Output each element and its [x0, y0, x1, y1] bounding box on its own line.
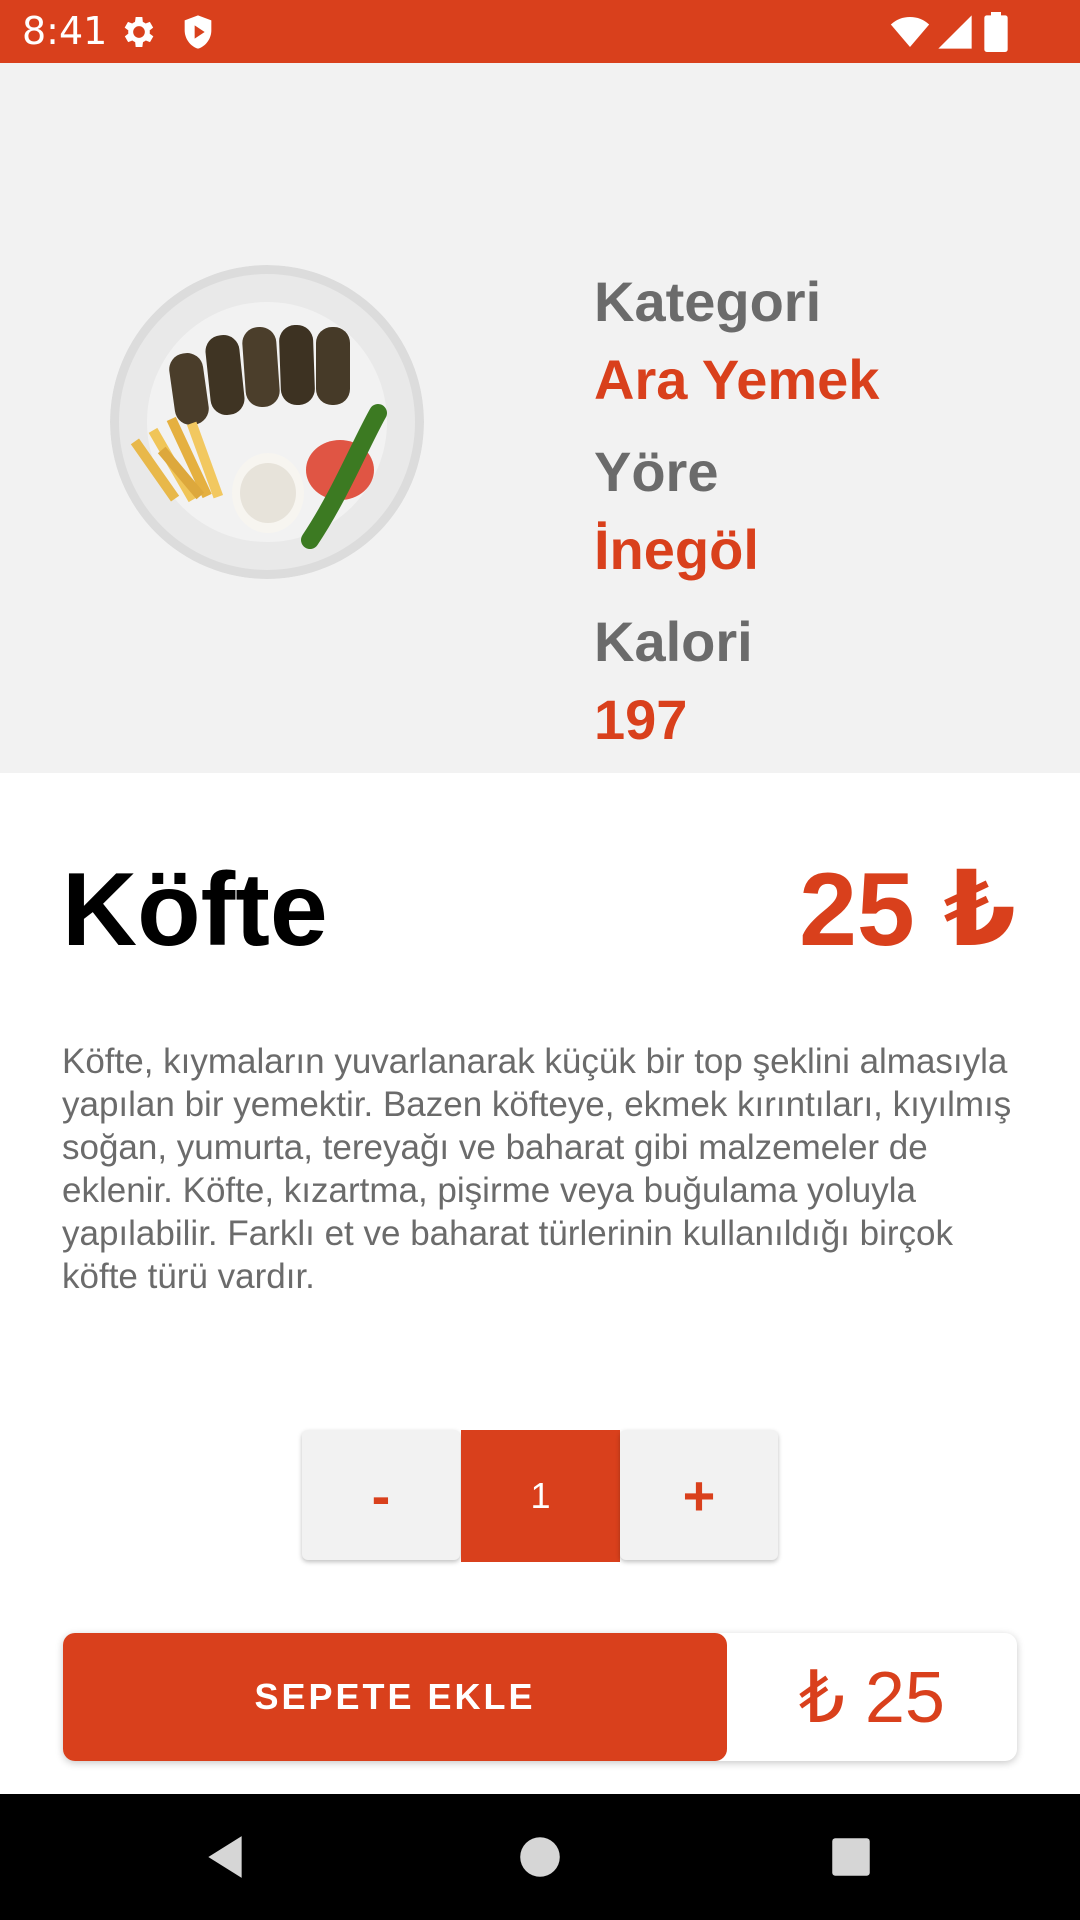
- home-icon[interactable]: [515, 1832, 565, 1882]
- quantity-stepper: - 1 +: [302, 1430, 778, 1562]
- cart-total-price: ₺ 25: [799, 1658, 945, 1738]
- category-value: Ara Yemek: [594, 348, 880, 411]
- quantity-value: 1: [461, 1430, 620, 1562]
- region-label: Yöre: [594, 440, 719, 503]
- region-value: İnegöl: [594, 518, 759, 581]
- status-time: 8:41: [22, 9, 108, 53]
- food-plate-image: [110, 265, 424, 579]
- calorie-value: 197: [594, 688, 688, 751]
- settings-icon: [119, 12, 159, 52]
- increase-quantity-button[interactable]: +: [620, 1430, 778, 1560]
- back-icon[interactable]: [200, 1832, 250, 1882]
- calorie-label: Kalori: [594, 610, 753, 673]
- shield-icon: [178, 12, 218, 52]
- status-bar: 8:41: [0, 0, 1080, 63]
- product-price: 25 ₺: [799, 852, 1016, 968]
- recents-icon[interactable]: [826, 1832, 876, 1882]
- product-name: Köfte: [62, 852, 328, 968]
- decrease-quantity-button[interactable]: -: [302, 1430, 460, 1560]
- battery-icon: [982, 12, 1010, 52]
- add-to-cart-button[interactable]: SEPETE EKLE: [63, 1633, 727, 1761]
- product-header-panel: Kategori Ara Yemek Yöre İnegöl Kalori 19…: [0, 63, 1080, 773]
- product-description: Köfte, kıymaların yuvarlanarak küçük bir…: [62, 1042, 1012, 1296]
- system-nav-bar: [0, 1794, 1080, 1920]
- add-to-cart-bar: SEPETE EKLE ₺ 25: [63, 1633, 1017, 1761]
- product-info: Kategori Ara Yemek Yöre İnegöl Kalori 19…: [594, 263, 1054, 773]
- category-label: Kategori: [594, 270, 822, 333]
- cell-signal-icon: [935, 12, 975, 52]
- food-detail-screen: 8:41 Kategori Ara Yemek Yöre İnegöl Kalo…: [0, 0, 1080, 1920]
- wifi-icon: [888, 12, 932, 52]
